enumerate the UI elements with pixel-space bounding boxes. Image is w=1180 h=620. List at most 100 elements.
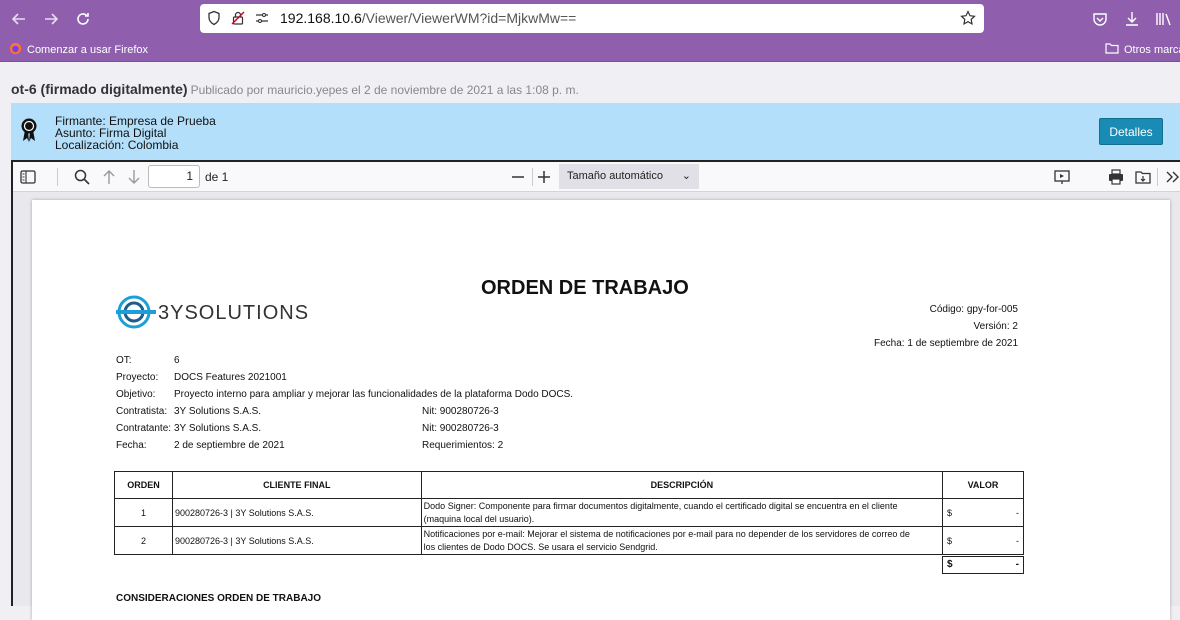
- cell-valor: $ -: [942, 498, 1024, 527]
- pdf-title: ORDEN DE TRABAJO: [481, 277, 689, 299]
- label-ot: OT:: [116, 355, 132, 366]
- label-objetivo: Objetivo:: [116, 389, 156, 400]
- bookmark-label: Comenzar a usar Firefox: [27, 44, 149, 56]
- considerations-heading: CONSIDERACIONES ORDEN DE TRABAJO: [116, 593, 322, 604]
- requerimientos: Requerimientos: 2: [422, 440, 504, 451]
- doc-date: Fecha: 1 de septiembre de 2021: [874, 338, 1018, 349]
- url-text[interactable]: 192.168.10.6/Viewer/ViewerWM?id=MjkwMw==: [280, 10, 576, 26]
- value-objetivo: Proyecto interno para ampliar y mejorar …: [174, 389, 574, 400]
- toolbar-separator: [57, 168, 58, 186]
- insecure-lock-icon[interactable]: [228, 8, 248, 28]
- table-row: 2 900280726-3 | 3Y Solutions S.A.S. Noti…: [114, 526, 1024, 555]
- description-line: los clientes de Dodo DOCS. Se usara el s…: [423, 541, 658, 552]
- next-page-icon[interactable]: [125, 168, 143, 186]
- amount: -: [1016, 535, 1019, 546]
- table-header-row: ORDEN CLIENTE FINAL DESCRIPCIÓN VALOR: [114, 471, 1024, 499]
- logo-text: 3YSOLUTIONS: [158, 302, 309, 324]
- zoom-in-icon[interactable]: [535, 168, 553, 186]
- url-host: 192.168.10.6: [280, 10, 362, 26]
- nit-contratante: Nit: 900280726-3: [422, 423, 499, 434]
- pdf-viewer: 1 de 1 Tamaño automático ⌄ ORDEN DE TRAB…: [11, 160, 1180, 620]
- reload-icon[interactable]: [73, 9, 93, 29]
- search-icon[interactable]: [73, 168, 91, 186]
- value-fecha: 2 de septiembre de 2021: [174, 440, 285, 451]
- cell-valor: $ -: [942, 526, 1024, 555]
- bookmark-star-icon[interactable]: [958, 8, 978, 28]
- folder-icon: [1105, 42, 1119, 57]
- sidebar-toggle-icon[interactable]: [19, 168, 37, 186]
- value-contratante: 3Y Solutions S.A.S.: [174, 423, 262, 434]
- shield-icon[interactable]: [204, 8, 224, 28]
- downloads-icon[interactable]: [1122, 9, 1142, 29]
- library-icon[interactable]: [1154, 9, 1174, 29]
- zoom-value: Tamaño automático: [567, 170, 663, 182]
- company-logo: 3YSOLUTIONS: [116, 295, 309, 329]
- url-bar[interactable]: 192.168.10.6/Viewer/ViewerWM?id=MjkwMw==: [200, 4, 984, 33]
- cell-descripcion: Notificaciones por e-mail: Mejorar el si…: [420, 526, 944, 555]
- label-proyecto: Proyecto:: [116, 372, 159, 383]
- page-content: ot-6 (firmado digitalmente) Publicado por…: [0, 62, 1180, 620]
- signature-location: Localización: Colombia: [55, 138, 179, 152]
- doc-version: Versión: 2: [973, 321, 1018, 332]
- cell-orden: 2: [114, 526, 173, 555]
- table-row: 1 900280726-3 | 3Y Solutions S.A.S. Dodo…: [114, 498, 1024, 527]
- browser-toolbar: 192.168.10.6/Viewer/ViewerWM?id=MjkwMw==: [0, 0, 1180, 38]
- zoom-select[interactable]: Tamaño automático ⌄: [559, 164, 699, 189]
- header-valor: VALOR: [942, 471, 1024, 499]
- description-line: Dodo Signer: Componente para firmar docu…: [423, 500, 898, 511]
- toolbar-separator: [532, 168, 533, 186]
- toolbar-separator: [1157, 168, 1158, 186]
- description-line: Notificaciones por e-mail: Mejorar el si…: [423, 528, 910, 539]
- document-title: ot-6 (firmado digitalmente): [11, 81, 188, 97]
- amount: -: [1016, 507, 1019, 518]
- pdf-toolbar: 1 de 1 Tamaño automático ⌄: [13, 162, 1180, 192]
- save-icon[interactable]: [1134, 168, 1152, 186]
- forward-icon[interactable]: [41, 9, 61, 29]
- details-button[interactable]: Detalles: [1099, 118, 1163, 145]
- cell-orden: 1: [114, 498, 173, 527]
- work-order-table: ORDEN CLIENTE FINAL DESCRIPCIÓN VALOR 1 …: [114, 471, 1024, 555]
- description-line: (maquina local del usuario).: [423, 513, 535, 524]
- currency-symbol: $: [947, 507, 953, 518]
- header-orden: ORDEN: [114, 471, 173, 499]
- more-tools-icon[interactable]: [1163, 168, 1180, 186]
- print-icon[interactable]: [1107, 168, 1125, 186]
- value-contratista: 3Y Solutions S.A.S.: [174, 406, 262, 417]
- document-heading: ot-6 (firmado digitalmente) Publicado por…: [11, 81, 579, 97]
- previous-page-icon[interactable]: [100, 168, 118, 186]
- page-number-input[interactable]: 1: [148, 165, 200, 188]
- currency-symbol: $: [947, 535, 953, 546]
- url-path: /Viewer/ViewerWM?id=MjkwMw==: [361, 10, 577, 26]
- zoom-out-icon[interactable]: [509, 168, 527, 186]
- header-descripcion: DESCRIPCIÓN: [420, 471, 944, 499]
- document-meta: Publicado por mauricio.yepes el 2 de nov…: [190, 83, 579, 97]
- label-fecha: Fecha:: [116, 440, 147, 451]
- chevron-down-icon: ⌄: [681, 170, 691, 182]
- firefox-icon: [9, 42, 22, 58]
- pocket-icon[interactable]: [1090, 9, 1110, 29]
- cell-descripcion: Dodo Signer: Componente para firmar docu…: [420, 498, 944, 527]
- presentation-mode-icon[interactable]: [1053, 168, 1071, 186]
- permissions-icon[interactable]: [252, 8, 272, 28]
- signature-banner: Firmante: Empresa de Prueba Asunto: Firm…: [11, 103, 1180, 160]
- bookmark-other[interactable]: Otros marca: [1105, 42, 1180, 57]
- bookmark-label: Otros marca: [1124, 43, 1180, 56]
- value-proyecto: DOCS Features 2021001: [174, 372, 287, 383]
- nit-contratista: Nit: 900280726-3: [422, 406, 499, 417]
- label-contratista: Contratista:: [116, 406, 168, 417]
- back-icon[interactable]: [9, 9, 29, 29]
- bookmarks-bar: Comenzar a usar Firefox Otros marca: [0, 38, 1180, 62]
- pdf-page: ORDEN DE TRABAJO 3YSOLUTIONS Código: gpy…: [32, 200, 1170, 620]
- doc-code: Código: gpy-for-005: [929, 304, 1018, 315]
- page-count: de 1: [205, 170, 229, 184]
- total-symbol: $: [947, 559, 953, 570]
- total-value: -: [1015, 559, 1019, 570]
- signature-details: Firmante: Empresa de Prueba Asunto: Firm…: [55, 115, 216, 151]
- label-contratante: Contratante:: [116, 423, 172, 434]
- award-ribbon-icon: [20, 117, 38, 143]
- bookmark-comenzar[interactable]: Comenzar a usar Firefox: [9, 42, 148, 58]
- cell-cliente: 900280726-3 | 3Y Solutions S.A.S.: [171, 526, 422, 555]
- header-cliente: CLIENTE FINAL: [171, 471, 422, 499]
- total-cell: $ -: [942, 556, 1024, 574]
- value-ot: 6: [174, 355, 180, 366]
